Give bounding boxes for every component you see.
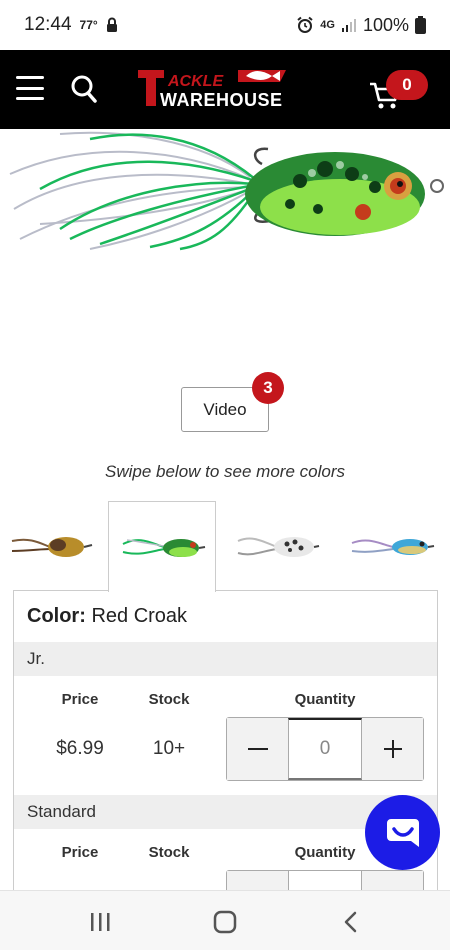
cart-count-badge[interactable]: 0 — [386, 70, 428, 100]
color-value: Red Croak — [91, 605, 188, 627]
signal-icon — [341, 19, 356, 32]
back-icon[interactable] — [336, 909, 366, 935]
logo-text-line1: ACKLE — [167, 73, 224, 90]
stock-header: Stock — [148, 691, 190, 708]
chat-bubble-icon — [386, 818, 419, 847]
color-thumb-red-croak[interactable] — [108, 501, 216, 592]
tackle-warehouse-logo[interactable]: ACKLE WAREHOUSE — [138, 68, 316, 112]
battery-percent: 100% — [362, 14, 409, 35]
increase-quantity-button[interactable] — [362, 718, 423, 780]
hamburger-menu-icon[interactable] — [16, 76, 44, 100]
lock-icon — [106, 17, 117, 32]
chat-button[interactable] — [365, 795, 440, 870]
quantity-header: Quantity — [294, 691, 356, 708]
home-icon[interactable] — [210, 909, 240, 935]
status-bar: 12:44 77° 4G 100% — [0, 0, 450, 50]
color-label: Color: — [27, 605, 86, 627]
quantity-stepper[interactable] — [226, 717, 424, 781]
status-temperature: 77° — [79, 18, 98, 32]
logo-text-line2: WAREHOUSE — [160, 90, 283, 110]
price-header: Price — [61, 691, 99, 708]
color-thumb-blue[interactable] — [338, 501, 446, 591]
price-value: $6.99 — [56, 738, 104, 759]
plus-icon — [383, 740, 402, 758]
recent-apps-icon[interactable] — [85, 909, 115, 935]
size-row-jr: Jr. — [14, 642, 437, 676]
swipe-hint-text: Swipe below to see more colors — [104, 462, 345, 481]
video-count-badge: 3 — [252, 372, 284, 404]
minus-icon — [247, 748, 268, 750]
network-type: 4G — [320, 19, 335, 31]
color-thumb-white-spotted[interactable] — [222, 501, 330, 591]
stock-header: Stock — [148, 844, 190, 861]
status-time: 12:44 — [24, 14, 72, 35]
site-header: ACKLE WAREHOUSE — [0, 50, 450, 129]
decrease-quantity-button[interactable] — [227, 718, 288, 780]
color-heading: Color: Red Croak — [27, 605, 187, 628]
search-icon[interactable] — [70, 74, 98, 104]
system-nav-bar — [0, 890, 450, 950]
stock-value: 10+ — [152, 738, 186, 759]
battery-icon — [415, 16, 426, 34]
price-header: Price — [61, 844, 99, 861]
color-thumbnail-strip[interactable] — [0, 501, 450, 592]
product-image[interactable] — [0, 129, 450, 359]
alarm-icon — [297, 16, 313, 33]
quantity-input[interactable] — [288, 718, 362, 780]
color-thumb-brown[interactable] — [0, 501, 108, 591]
